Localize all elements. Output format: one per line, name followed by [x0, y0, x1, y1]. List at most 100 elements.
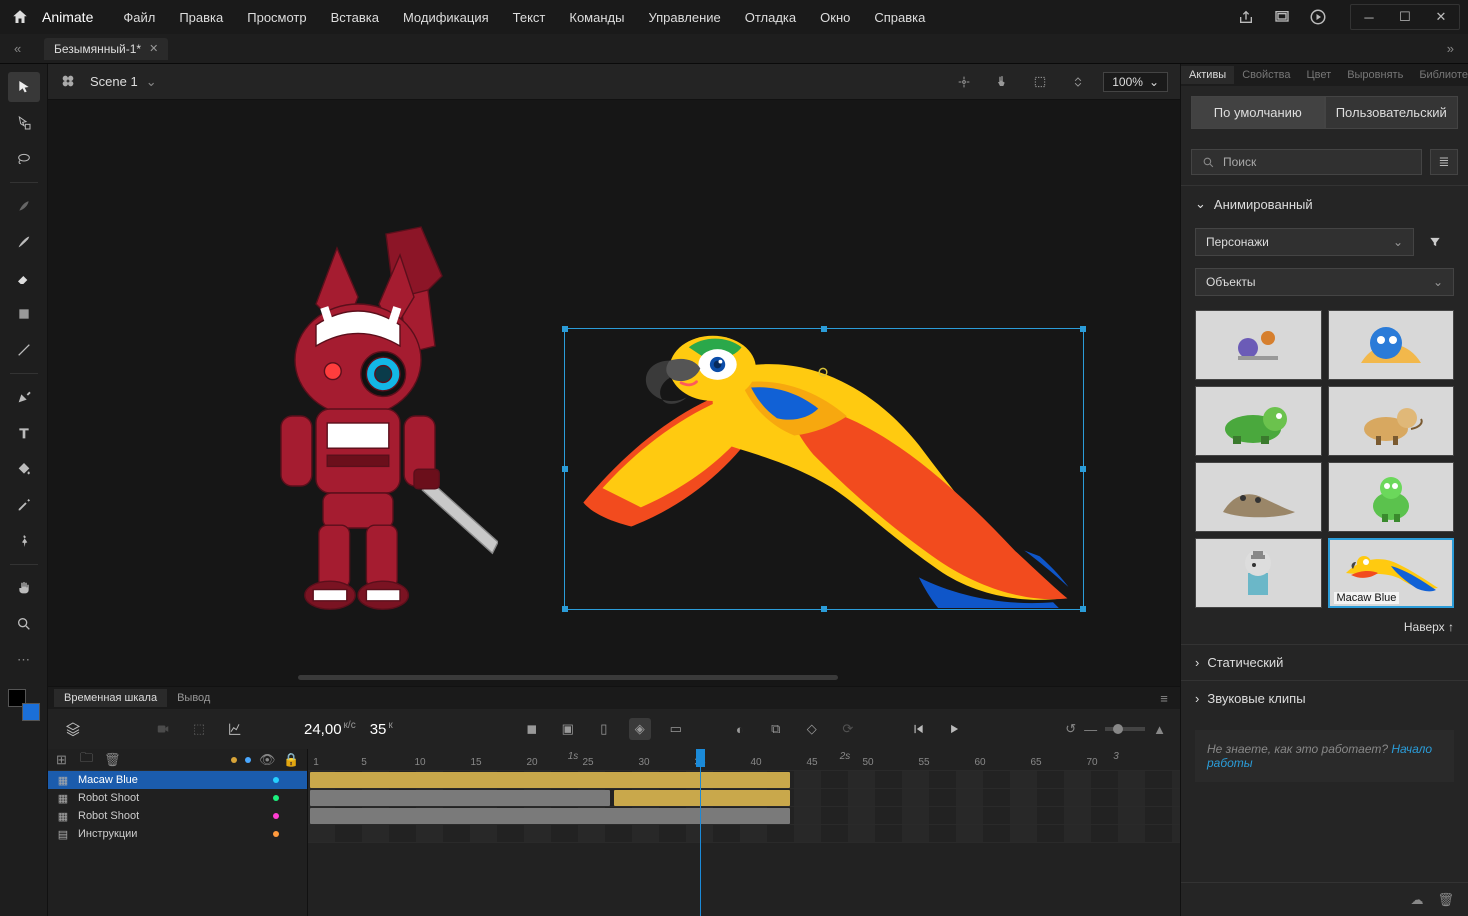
fluid-brush-tool[interactable]: [8, 191, 40, 221]
filter-icon[interactable]: [1428, 235, 1454, 249]
text-tool[interactable]: [8, 418, 40, 448]
insert-keyframe-icon[interactable]: ◼: [521, 718, 543, 740]
stage[interactable]: [48, 100, 1180, 686]
clip[interactable]: [614, 790, 790, 806]
asset-thumb[interactable]: [1195, 462, 1322, 532]
layer-row[interactable]: ▦ Macaw Blue: [48, 771, 307, 789]
lock-icon[interactable]: 🔒: [283, 752, 299, 768]
menu-insert[interactable]: Вставка: [321, 6, 389, 29]
scene-selector[interactable]: Scene 1 ⌄: [90, 74, 157, 90]
chevron-right-icon[interactable]: »: [1447, 41, 1454, 56]
timeline-ruler[interactable]: 1s 2s 3 1 5 10 15 20 25 30 35 40 45 50: [308, 749, 1180, 771]
line-tool[interactable]: [8, 335, 40, 365]
horizontal-scrollbar[interactable]: [298, 675, 838, 680]
close-tab-icon[interactable]: ✕: [149, 42, 158, 55]
menu-view[interactable]: Просмотр: [237, 6, 316, 29]
clip[interactable]: [310, 808, 790, 824]
brush-tool[interactable]: [8, 227, 40, 257]
clip[interactable]: [310, 790, 610, 806]
rotate-view-icon[interactable]: [989, 69, 1015, 95]
graph-icon[interactable]: [224, 718, 246, 740]
remove-frame-icon[interactable]: ▭: [665, 718, 687, 740]
insert-blank-keyframe-icon[interactable]: ▣: [557, 718, 579, 740]
camera-icon[interactable]: [152, 718, 174, 740]
document-tab[interactable]: Безымянный-1* ✕: [44, 38, 168, 60]
close-icon[interactable]: ✕: [1423, 5, 1459, 29]
section-animated[interactable]: ⌄ Анимированный: [1181, 186, 1468, 222]
layer-row[interactable]: ▦ Robot Shoot: [48, 789, 307, 807]
layer-row[interactable]: ▤ Инструкции: [48, 825, 307, 843]
tab-color[interactable]: Цвет: [1299, 66, 1340, 84]
marker-icon[interactable]: ◇: [801, 718, 823, 740]
asset-thumb[interactable]: [1195, 310, 1322, 380]
fill-swatch[interactable]: [22, 703, 40, 721]
center-stage-icon[interactable]: [951, 69, 977, 95]
section-static[interactable]: › Статический: [1181, 645, 1468, 680]
edit-multiple-icon[interactable]: ⧉: [765, 718, 787, 740]
asset-thumb[interactable]: [1328, 386, 1455, 456]
frame-value[interactable]: 35к: [370, 720, 393, 738]
to-top-link[interactable]: Наверх ↑: [1181, 616, 1468, 644]
auto-keyframe-icon[interactable]: ◈: [629, 718, 651, 740]
loop-icon[interactable]: ↺: [1065, 721, 1076, 737]
free-transform-tool[interactable]: [8, 108, 40, 138]
color-swatches[interactable]: [8, 689, 40, 721]
clip[interactable]: [310, 772, 790, 788]
asset-thumb-selected[interactable]: Macaw Blue: [1328, 538, 1455, 608]
more-tools-icon[interactable]: ⋯: [8, 645, 40, 675]
parrot-symbol[interactable]: [568, 330, 1078, 608]
menu-text[interactable]: Текст: [503, 6, 556, 29]
play-icon[interactable]: [1302, 1, 1334, 33]
list-view-icon[interactable]: ≣: [1430, 149, 1458, 175]
layer-row[interactable]: ▦ Robot Shoot: [48, 807, 307, 825]
dropdown-characters[interactable]: Персонажи⌄: [1195, 228, 1414, 256]
insert-frame-icon[interactable]: ▯: [593, 718, 615, 740]
fps-value[interactable]: 24,00к/с: [304, 720, 356, 738]
dropdown-objects[interactable]: Объекты⌄: [1195, 268, 1454, 296]
trash-icon[interactable]: 🗑: [1437, 892, 1454, 908]
section-sound[interactable]: › Звуковые клипы: [1181, 681, 1468, 716]
tab-align[interactable]: Выровнять: [1339, 66, 1411, 84]
chevron-left-icon[interactable]: «: [14, 41, 21, 56]
menu-debug[interactable]: Отладка: [735, 6, 806, 29]
menu-help[interactable]: Справка: [864, 6, 935, 29]
pin-tool[interactable]: [8, 526, 40, 556]
go-start-icon[interactable]: [907, 718, 929, 740]
minimize-icon[interactable]: ─: [1351, 5, 1387, 29]
new-folder-icon[interactable]: 🗀: [80, 749, 96, 771]
play-timeline-icon[interactable]: [943, 718, 965, 740]
search-input[interactable]: Поиск: [1191, 149, 1422, 175]
cloud-icon[interactable]: ☁: [1410, 892, 1423, 908]
eraser-tool[interactable]: [8, 263, 40, 293]
segment-custom[interactable]: Пользовательский: [1325, 96, 1459, 129]
paint-bucket-tool[interactable]: [8, 454, 40, 484]
delete-layer-icon[interactable]: 🗑: [104, 752, 120, 768]
share-icon[interactable]: [1230, 1, 1262, 33]
asset-thumb[interactable]: [1195, 538, 1322, 608]
track-row[interactable]: [308, 825, 1180, 843]
timeline-track[interactable]: 1s 2s 3 1 5 10 15 20 25 30 35 40 45 50: [308, 749, 1180, 916]
lasso-tool[interactable]: [8, 144, 40, 174]
pen-tool[interactable]: [8, 382, 40, 412]
eyedropper-tool[interactable]: [8, 490, 40, 520]
new-layer-icon[interactable]: ⊞: [56, 752, 72, 768]
track-row[interactable]: [308, 789, 1180, 807]
asset-thumb[interactable]: [1328, 462, 1455, 532]
layers-icon[interactable]: [62, 718, 84, 740]
layer-depth-icon[interactable]: ⬚: [188, 718, 210, 740]
onion-skin-icon[interactable]: ◐: [729, 718, 751, 740]
visibility-icon[interactable]: 👁: [259, 752, 275, 768]
segment-default[interactable]: По умолчанию: [1191, 96, 1325, 129]
zoom-dropdown[interactable]: 100% ⌄: [1103, 72, 1168, 92]
track-row[interactable]: [308, 771, 1180, 789]
menu-edit[interactable]: Правка: [169, 6, 233, 29]
fit-icon[interactable]: [1065, 69, 1091, 95]
home-icon[interactable]: [8, 5, 32, 29]
menu-window[interactable]: Окно: [810, 6, 860, 29]
maximize-icon[interactable]: ☐: [1387, 5, 1423, 29]
tab-properties[interactable]: Свойства: [1234, 66, 1298, 84]
zoom-tool[interactable]: [8, 609, 40, 639]
panel-menu-icon[interactable]: ≡: [1154, 691, 1174, 706]
tab-assets[interactable]: Активы: [1181, 66, 1234, 84]
clip-content-icon[interactable]: [1027, 69, 1053, 95]
